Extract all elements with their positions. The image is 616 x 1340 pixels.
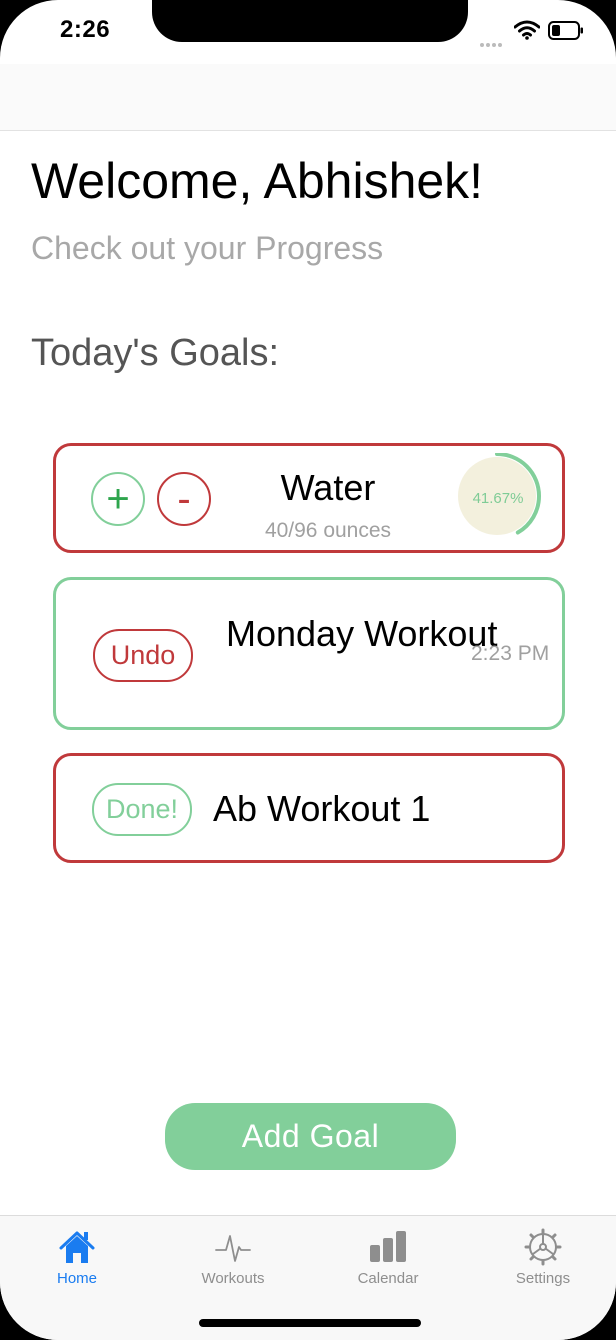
ab-workout-card: Done! Ab Workout 1 <box>53 753 565 863</box>
heartbeat-icon <box>215 1235 251 1262</box>
tab-label-calendar: Calendar <box>357 1270 419 1287</box>
wifi-icon <box>514 20 540 40</box>
tab-label-settings: Settings <box>515 1270 571 1287</box>
tab-label-workouts: Workouts <box>201 1270 265 1287</box>
monday-workout-title: Monday Workout <box>226 613 498 654</box>
done-button[interactable]: Done! <box>92 783 192 836</box>
battery-icon <box>548 21 583 40</box>
undo-button[interactable]: Undo <box>93 629 193 682</box>
status-time: 2:26 <box>60 16 111 43</box>
water-decrement-button[interactable]: - <box>157 472 211 526</box>
gear-icon <box>524 1228 562 1266</box>
navigation-bar <box>0 64 616 131</box>
goals-heading: Today's Goals: <box>31 332 280 374</box>
welcome-subtitle: Check out your Progress <box>31 230 384 266</box>
signal-icon <box>480 34 508 47</box>
status-bar: 2:26 <box>0 0 616 64</box>
tab-label-home: Home <box>56 1270 97 1287</box>
home-icon <box>59 1231 95 1263</box>
water-goal-card: + - Water 40/96 ounces 41.67% <box>53 443 565 553</box>
home-indicator <box>199 1319 421 1327</box>
completion-time: 2:23 PM <box>471 642 550 665</box>
app-screen: 2:26 Welcome, Abhishek! Check out your P… <box>0 0 616 1340</box>
bar-chart-icon <box>370 1231 406 1262</box>
tab-calendar[interactable]: Calendar <box>328 1216 448 1296</box>
water-increment-button[interactable]: + <box>91 472 145 526</box>
monday-workout-card: Undo Monday Workout 2:23 PM <box>53 577 565 730</box>
device-notch <box>152 0 468 42</box>
add-goal-button[interactable]: Add Goal <box>165 1103 456 1170</box>
welcome-title: Welcome, Abhishek! <box>31 153 484 209</box>
tab-workouts[interactable]: Workouts <box>173 1216 293 1296</box>
water-goal-amount: 40/96 ounces <box>264 519 392 542</box>
tab-home[interactable]: Home <box>17 1216 137 1296</box>
water-goal-title: Water <box>280 467 376 508</box>
tab-settings[interactable]: Settings <box>483 1216 603 1296</box>
water-progress-label: 41.67% <box>472 490 524 507</box>
ab-workout-title: Ab Workout 1 <box>213 788 431 829</box>
